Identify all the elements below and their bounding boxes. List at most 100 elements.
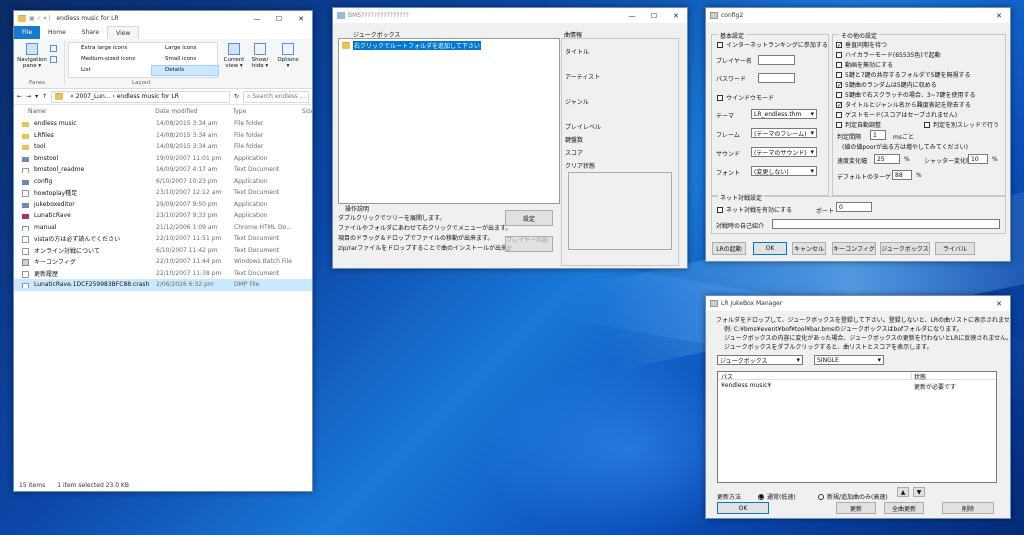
cancel-button[interactable]: キャンセル: [792, 242, 826, 255]
font-select[interactable]: (変更しない): [751, 166, 817, 176]
net-enable-checkbox[interactable]: ネット対戦を有効にする: [717, 205, 792, 214]
radio-fast[interactable]: 新規/追加曲のみ(高速): [818, 492, 888, 501]
rival-button[interactable]: ライバル: [935, 242, 975, 255]
column-type[interactable]: Type: [233, 108, 303, 115]
layout-details[interactable]: Details: [151, 65, 219, 76]
close-icon[interactable]: ✕: [988, 8, 1010, 23]
judge-interval-input[interactable]: 1: [870, 130, 886, 140]
option-checkbox[interactable]: ✓ タイトルとジャンル名から難度表記を除去する: [836, 100, 971, 109]
shutter-input[interactable]: 10: [968, 154, 988, 164]
sound-select[interactable]: (テーマのサウンド): [751, 147, 817, 157]
window-mode-checkbox[interactable]: ウインドウモード: [717, 93, 774, 102]
option-checkbox[interactable]: 5鍵曲で右スクラッチの場合、3~7鍵を使用する: [836, 90, 975, 99]
ranking-checkbox[interactable]: インターネットランキングに参加する: [717, 40, 828, 49]
option-checkbox[interactable]: ゲストモード(スコアはセーブされません): [836, 110, 957, 119]
close-icon[interactable]: ✕: [665, 8, 687, 23]
option-checkbox[interactable]: 動画を無効にする: [836, 60, 893, 69]
address-bar[interactable]: « 2007_Lun... › endless music for LR: [51, 90, 230, 103]
close-icon[interactable]: ✕: [290, 11, 312, 26]
file-row[interactable]: endless music 14/08/2015 3:34 am File fold…: [14, 118, 312, 130]
table-row[interactable]: ¥endless music¥ 更新が必要です: [718, 382, 996, 391]
delete-button[interactable]: 削除: [942, 502, 994, 514]
update-button[interactable]: 更新: [836, 502, 876, 514]
launch-lr-button[interactable]: LRの起動: [712, 242, 746, 255]
player-name-input[interactable]: [758, 55, 795, 65]
judge-thread-checkbox[interactable]: 判定を別スレッドで行う: [924, 120, 999, 129]
column-size[interactable]: Size: [302, 108, 312, 115]
player-settings-button[interactable]: プレイヤーの設定: [505, 236, 553, 253]
details-pane-icon[interactable]: [50, 56, 57, 63]
file-row[interactable]: howtoplay種足 23/10/2007 12:12 am Text Docum…: [14, 187, 312, 199]
ok-button[interactable]: OK: [717, 502, 769, 514]
column-name[interactable]: Name: [14, 108, 155, 115]
file-row[interactable]: jukeboxeditor 29/09/2007 9:50 pm Applicati…: [14, 199, 312, 211]
jukebox-type-select[interactable]: ジュークボックス: [717, 355, 803, 365]
settings-button[interactable]: 設定: [505, 210, 553, 226]
mode-select[interactable]: SINGLE: [814, 355, 884, 365]
tab-home[interactable]: Home: [40, 26, 74, 39]
column-path[interactable]: パス: [721, 372, 733, 381]
maximize-icon[interactable]: ☐: [268, 11, 290, 26]
quick-access-icon[interactable]: ▣ ✓ ▾ |: [29, 15, 50, 22]
speed-input[interactable]: 25: [874, 154, 900, 164]
close-icon[interactable]: ✕: [988, 296, 1010, 311]
file-row[interactable]: config 6/10/2007 10:23 pm Application: [14, 176, 312, 188]
column-date[interactable]: Date modified: [155, 108, 232, 115]
layout-list[interactable]: List: [81, 67, 91, 73]
show-hide-button[interactable]: Show/ hide ▾: [248, 43, 272, 69]
jukebox-titlebar[interactable]: LR JukeBox Manager ✕: [706, 296, 1010, 311]
option-checkbox[interactable]: ✓ 5鍵曲のランダムは5鍵内に収める: [836, 80, 937, 89]
forward-icon[interactable]: →: [26, 93, 31, 100]
move-down-button[interactable]: ▼: [913, 487, 925, 497]
frame-select[interactable]: (テーマのフレーム): [751, 128, 817, 138]
auto-adjust-checkbox[interactable]: 判定自動調整: [836, 120, 881, 129]
layout-large[interactable]: Large icons: [165, 45, 197, 51]
move-up-button[interactable]: ▲: [897, 487, 909, 497]
tab-view[interactable]: View: [107, 26, 140, 39]
column-state[interactable]: 状態: [914, 372, 926, 381]
preview-pane-icon[interactable]: [50, 45, 57, 52]
bms-titlebar[interactable]: BMS??????????????? — ☐ ✕: [333, 8, 687, 23]
option-checkbox[interactable]: 5鍵と7鍵の共存するフォルダで5鍵を無視する: [836, 70, 970, 79]
navigation-pane-button[interactable]: Navigation pane ▾: [17, 43, 47, 69]
file-row[interactable]: bmstool 19/09/2007 11:01 pm Application: [14, 153, 312, 165]
option-checkbox[interactable]: ハイカラーモード(65535色)で起動: [836, 50, 941, 59]
explorer-titlebar[interactable]: ▣ ✓ ▾ | endless music for LR — ☐ ✕: [14, 11, 312, 26]
refresh-icon[interactable]: ↻: [234, 93, 239, 100]
search-input[interactable]: ⌕ Search endless ...: [243, 90, 309, 103]
config-titlebar[interactable]: config2 ✕: [706, 8, 1010, 23]
file-row[interactable]: LRfiles 14/08/2015 3:34 am File folder: [14, 130, 312, 142]
password-input[interactable]: [758, 73, 795, 83]
file-row[interactable]: LunaticRave 23/10/2007 9:33 pm Application: [14, 210, 312, 222]
port-input[interactable]: 0: [836, 202, 872, 212]
file-row[interactable]: vistaの方は必ず読んでください 22/10/2007 11:51 pm Text…: [14, 233, 312, 245]
back-icon[interactable]: ←: [17, 93, 22, 100]
intro-input[interactable]: [772, 219, 1000, 229]
update-all-button[interactable]: 全曲更新: [884, 502, 924, 514]
radio-normal[interactable]: ● 通常(低速): [758, 492, 796, 501]
tree-root-item[interactable]: 右クリックでルートフォルダを追加して下さい: [342, 41, 481, 50]
jukebox-button[interactable]: ジュークボックス: [880, 242, 930, 255]
file-row[interactable]: manual 21/12/2006 1:09 am Chrome HTML Do..…: [14, 222, 312, 234]
target-input[interactable]: 88: [892, 170, 912, 180]
ok-button[interactable]: OK: [753, 242, 787, 255]
layout-medium[interactable]: Medium-sized icons: [81, 56, 135, 62]
file-row[interactable]: tool 14/08/2015 3:34 am File folder: [14, 141, 312, 153]
option-checkbox[interactable]: ✓ 垂直同期を待つ: [836, 40, 887, 49]
current-view-button[interactable]: Current view ▾: [222, 43, 246, 69]
jukebox-list[interactable]: パス 状態 ¥endless music¥ 更新が必要です: [717, 371, 997, 483]
file-row[interactable]: オンライン対戦について 6/10/2007 11:42 pm Text Docume…: [14, 245, 312, 257]
options-button[interactable]: Options ▾: [276, 43, 300, 69]
up-icon[interactable]: ↑: [42, 93, 47, 100]
file-row[interactable]: キーコンフィグ 22/10/2007 11:44 pm Windows Batch …: [14, 256, 312, 268]
jukebox-tree[interactable]: 右クリックでルートフォルダを追加して下さい: [338, 38, 560, 204]
layout-extra-large[interactable]: Extra large icons: [81, 45, 127, 51]
maximize-icon[interactable]: ☐: [643, 8, 665, 23]
recent-icon[interactable]: ▾: [35, 93, 38, 100]
tab-share[interactable]: Share: [74, 26, 107, 39]
key-config-button[interactable]: キーコンフィグ: [832, 242, 876, 255]
layout-small[interactable]: Small icons: [165, 56, 196, 62]
minimize-icon[interactable]: —: [246, 11, 268, 26]
tab-file[interactable]: File: [14, 26, 41, 39]
file-row[interactable]: LunaticRave.1DCF259983BFC88.crash 2/06/20…: [14, 279, 312, 291]
